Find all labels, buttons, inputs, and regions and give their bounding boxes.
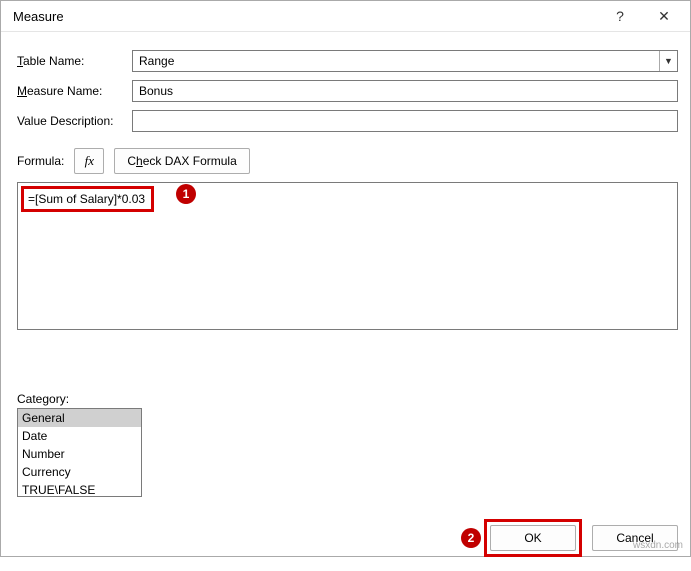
titlebar: Measure ? ✕ bbox=[1, 1, 690, 32]
row-value-description: Value Description: bbox=[17, 110, 678, 132]
help-button[interactable]: ? bbox=[598, 1, 642, 31]
close-button[interactable]: ✕ bbox=[642, 1, 686, 31]
formula-text: =[Sum of Salary]*0.03 bbox=[28, 192, 145, 206]
row-table-name: Table Name: ▼ bbox=[17, 50, 678, 72]
label-table-name: Table Name: bbox=[17, 54, 132, 68]
table-name-input[interactable] bbox=[133, 51, 659, 71]
check-dax-button[interactable]: Check DAX Formula bbox=[114, 148, 249, 174]
list-item[interactable]: Number bbox=[18, 445, 141, 463]
measure-name-input[interactable] bbox=[132, 80, 678, 102]
list-item[interactable]: General bbox=[18, 409, 141, 427]
category-listbox[interactable]: GeneralDateNumberCurrencyTRUE\FALSE bbox=[17, 408, 142, 497]
measure-dialog: Measure ? ✕ Table Name: ▼ Measure Name: … bbox=[0, 0, 691, 557]
watermark: wsxdn.com bbox=[633, 540, 683, 551]
row-formula: Formula: fx Check DAX Formula bbox=[17, 148, 678, 174]
spacer bbox=[17, 334, 678, 392]
label-value-description: Value Description: bbox=[17, 114, 132, 128]
formula-text-highlight: =[Sum of Salary]*0.03 bbox=[21, 186, 154, 212]
formula-editor[interactable]: =[Sum of Salary]*0.03 1 bbox=[17, 182, 678, 330]
list-item[interactable]: TRUE\FALSE bbox=[18, 481, 141, 497]
label-category: Category: bbox=[17, 392, 678, 406]
ok-button[interactable]: OK bbox=[490, 525, 576, 551]
dialog-title: Measure bbox=[13, 9, 598, 24]
row-measure-name: Measure Name: bbox=[17, 80, 678, 102]
label-formula: Formula: bbox=[17, 154, 64, 168]
table-name-combo[interactable]: ▼ bbox=[132, 50, 678, 72]
callout-badge-1: 1 bbox=[176, 184, 196, 204]
ok-highlight: 2 OK bbox=[484, 519, 582, 557]
chevron-down-icon[interactable]: ▼ bbox=[659, 51, 677, 71]
list-item[interactable]: Date bbox=[18, 427, 141, 445]
label-measure-name: Measure Name: bbox=[17, 84, 132, 98]
button-row: 2 OK Cancel bbox=[1, 507, 690, 571]
value-description-input[interactable] bbox=[132, 110, 678, 132]
list-item[interactable]: Currency bbox=[18, 463, 141, 481]
dialog-content: Table Name: ▼ Measure Name: Value Descri… bbox=[1, 32, 690, 507]
fx-button[interactable]: fx bbox=[74, 148, 104, 174]
callout-badge-2: 2 bbox=[461, 528, 481, 548]
